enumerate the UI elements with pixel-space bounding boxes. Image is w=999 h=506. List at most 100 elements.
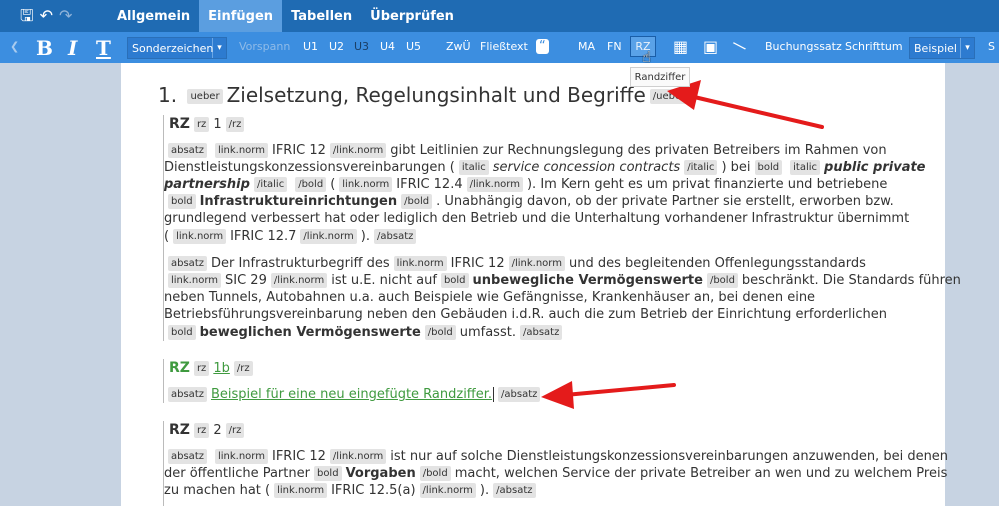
document-page[interactable]: 1. ueber Zielsetzung, Regelungsinhalt und…: [121, 63, 961, 506]
s-button[interactable]: S: [988, 40, 995, 53]
tag-absatz[interactable]: absatz: [168, 387, 207, 402]
tag-italic-close[interactable]: /italic: [684, 160, 718, 175]
scroll-left-icon[interactable]: ❮: [10, 40, 19, 53]
tag-italic[interactable]: italic: [458, 160, 489, 175]
image-icon[interactable]: ▣: [703, 37, 718, 56]
table-icon[interactable]: ▦: [673, 37, 688, 56]
italic-button[interactable]: I: [68, 36, 77, 60]
rz-label: RZ: [169, 116, 190, 132]
tag-absatz-close[interactable]: /absatz: [498, 387, 541, 402]
tag-link-norm[interactable]: link.norm: [393, 256, 447, 271]
text: macht, welchen Service der private Betre…: [454, 466, 948, 481]
tag-link-norm-close[interactable]: /link.norm: [329, 449, 387, 464]
tag-link-norm[interactable]: link.norm: [168, 273, 221, 288]
u5-button[interactable]: U5: [406, 40, 421, 53]
heading-number: 1.: [158, 83, 178, 107]
fn-button[interactable]: FN: [607, 40, 622, 53]
tag-absatz[interactable]: absatz: [168, 143, 207, 158]
tag-absatz-close[interactable]: /absatz: [374, 229, 417, 244]
u3-button[interactable]: U3: [354, 40, 369, 53]
tag-rz-close[interactable]: /rz: [225, 117, 245, 132]
tag-link-norm[interactable]: link.norm: [339, 177, 393, 192]
bold-button[interactable]: B: [36, 36, 53, 60]
tag-link-norm[interactable]: link.norm: [274, 483, 328, 498]
text: ).: [360, 229, 371, 244]
text: der öffentliche Partner: [164, 466, 310, 481]
tag-absatz[interactable]: absatz: [168, 449, 207, 464]
rz-number: 1: [213, 117, 222, 132]
paragraph-line: absatz link.norm IFRIC 12/link.norm gibt Le…: [164, 143, 887, 158]
tag-bold-close[interactable]: /bold: [419, 466, 451, 481]
norm-link[interactable]: IFRIC 12.7: [230, 229, 296, 244]
tab-tabellen[interactable]: Tabellen: [282, 0, 361, 32]
u1-button[interactable]: U1: [303, 40, 318, 53]
text: und des begleitenden Offenlegungsstandar…: [568, 256, 866, 271]
tag-bold-close[interactable]: /bold: [295, 177, 327, 192]
style-select[interactable]: Sonderzeichen ▾: [127, 37, 227, 59]
tag-rz[interactable]: rz: [193, 423, 210, 438]
tag-italic-close[interactable]: /italic: [253, 177, 288, 192]
tag-absatz-close[interactable]: /absatz: [519, 325, 563, 340]
tag-link-norm-close[interactable]: /link.norm: [300, 229, 357, 244]
inserted-paragraph[interactable]: absatz Beispiel für eine neu eingefügte R…: [164, 387, 544, 402]
schriftum-button[interactable]: Schrifttum: [845, 40, 903, 53]
tag-ueber[interactable]: ueber: [187, 89, 223, 104]
tag-bold[interactable]: bold: [168, 325, 196, 340]
tag-bold-close[interactable]: /bold: [706, 273, 738, 288]
bold-text: unbewegliche Vermögenswerte: [472, 273, 703, 288]
redo-icon[interactable]: ↷: [59, 8, 72, 24]
beispiel-select[interactable]: Beispiel ▾: [909, 37, 975, 59]
tag-bold[interactable]: bold: [754, 160, 783, 175]
vorspann-button[interactable]: Vorspann: [239, 40, 290, 53]
tag-bold[interactable]: bold: [168, 194, 196, 209]
tag-italic[interactable]: italic: [790, 160, 821, 175]
tag-absatz-close[interactable]: /absatz: [493, 483, 536, 498]
tag-link-norm[interactable]: link.norm: [173, 229, 227, 244]
tag-rz-close[interactable]: /rz: [233, 361, 253, 376]
tag-link-norm[interactable]: link.norm: [214, 143, 268, 158]
tag-bold[interactable]: bold: [313, 466, 342, 481]
tag-bold-close[interactable]: /bold: [424, 325, 456, 340]
u4-button[interactable]: U4: [380, 40, 395, 53]
bold-italic-text: partnership: [164, 177, 250, 192]
norm-link[interactable]: SIC 29: [225, 273, 267, 288]
undo-icon[interactable]: ↶: [40, 8, 53, 24]
text: Dienstleistungskonzessionsvereinbarungen…: [164, 160, 455, 175]
tag-rz-close[interactable]: /rz: [225, 423, 245, 438]
ma-button[interactable]: MA: [578, 40, 595, 53]
beispiel-select-value: Beispiel: [910, 38, 961, 58]
tag-rz[interactable]: rz: [193, 361, 210, 376]
tag-link-norm-close[interactable]: /link.norm: [270, 273, 328, 288]
save-icon[interactable]: 🖫: [20, 8, 34, 24]
text-button[interactable]: T: [96, 36, 111, 60]
attachment-icon[interactable]: ∖: [729, 36, 750, 57]
buchungssatz-button[interactable]: Buchungssatz: [765, 40, 842, 53]
tag-bold[interactable]: bold: [440, 273, 469, 288]
tag-link-norm[interactable]: link.norm: [214, 449, 268, 464]
tag-link-norm-close[interactable]: /link.norm: [419, 483, 476, 498]
tag-absatz[interactable]: absatz: [168, 256, 207, 271]
tab-ueberpruefen[interactable]: Überprüfen: [361, 0, 463, 32]
norm-link[interactable]: IFRIC 12: [451, 256, 505, 271]
u2-button[interactable]: U2: [329, 40, 344, 53]
quote-icon[interactable]: “: [536, 39, 549, 54]
tag-rz[interactable]: rz: [193, 117, 210, 132]
norm-link[interactable]: IFRIC 12.4: [396, 177, 462, 192]
paragraph-line: der öffentliche Partner bold Vorgaben/bold…: [164, 466, 947, 481]
fliesstext-button[interactable]: Fließtext: [480, 40, 528, 53]
tag-ueber-close[interactable]: /ueber: [649, 89, 689, 104]
text: ist u.E. nicht auf: [331, 273, 437, 288]
norm-link[interactable]: IFRIC 12.5(a): [331, 483, 415, 498]
tag-link-norm-close[interactable]: /link.norm: [508, 256, 565, 271]
norm-link[interactable]: IFRIC 12: [272, 449, 326, 464]
tab-einfuegen[interactable]: Einfügen: [199, 0, 283, 32]
tag-link-norm-close[interactable]: /link.norm: [466, 177, 523, 192]
tab-allgemein[interactable]: Allgemein: [108, 0, 199, 32]
tag-link-norm-close[interactable]: /link.norm: [329, 143, 387, 158]
text: zu machen hat (: [164, 483, 271, 498]
zwue-button[interactable]: ZwÜ: [446, 40, 471, 53]
norm-link[interactable]: IFRIC 12: [272, 143, 326, 158]
italic-text: service concession contracts: [492, 160, 681, 175]
tag-bold-close[interactable]: /bold: [401, 194, 433, 209]
paragraph-line: (link.norm IFRIC 12.7/link.norm)./absatz: [164, 229, 420, 244]
